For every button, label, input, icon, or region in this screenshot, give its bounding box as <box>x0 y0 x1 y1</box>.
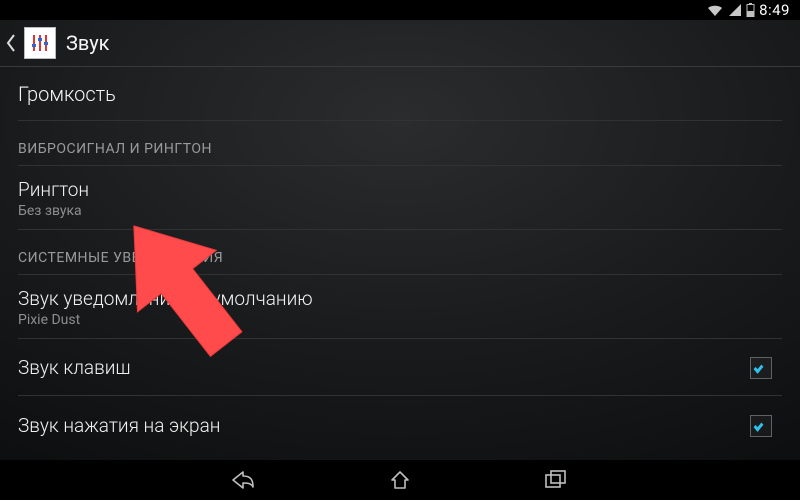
category-system: СИСТЕМНЫЕ УВЕДОМЛЕНИЯ <box>18 230 782 275</box>
touch-sounds-row[interactable]: Звук нажатия на экран <box>18 396 782 437</box>
battery-icon <box>746 3 755 17</box>
volume-label: Громкость <box>18 82 782 106</box>
wifi-icon <box>706 3 724 17</box>
page-title: Звук <box>66 31 109 55</box>
category-vibrate-ringtone: ВИБРОСИГНАЛ И РИНГТОН <box>18 121 782 166</box>
touch-sounds-label: Звук нажатия на экран <box>18 414 220 437</box>
app-equalizer-icon[interactable] <box>24 27 56 59</box>
ringtone-row[interactable]: Рингтон Без звука <box>18 166 782 230</box>
dialpad-sounds-label: Звук клавиш <box>18 356 131 379</box>
dialpad-sounds-row[interactable]: Звук клавиш <box>18 339 782 396</box>
category-system-label: СИСТЕМНЫЕ УВЕДОМЛЕНИЯ <box>18 250 782 266</box>
dialpad-sounds-checkbox[interactable] <box>750 357 772 379</box>
settings-list: Громкость ВИБРОСИГНАЛ И РИНГТОН Рингтон … <box>0 66 800 460</box>
default-notification-label: Звук уведомлений по умолчанию <box>18 287 782 310</box>
back-icon[interactable] <box>4 28 18 58</box>
touch-sounds-checkbox[interactable] <box>750 415 772 437</box>
nav-home-button[interactable] <box>382 462 418 498</box>
default-notification-row[interactable]: Звук уведомлений по умолчанию Pixie Dust <box>18 275 782 339</box>
ringtone-label: Рингтон <box>18 178 782 201</box>
ringtone-value: Без звука <box>18 203 782 219</box>
default-notification-value: Pixie Dust <box>18 312 782 328</box>
navigation-bar <box>0 460 800 500</box>
category-vibrate-label: ВИБРОСИГНАЛ И РИНГТОН <box>18 141 782 157</box>
nav-recents-button[interactable] <box>538 462 574 498</box>
status-bar: 8:49 <box>0 0 800 20</box>
nav-back-button[interactable] <box>226 462 262 498</box>
action-bar: Звук <box>0 20 800 67</box>
signal-icon <box>728 3 742 17</box>
status-clock: 8:49 <box>759 1 790 19</box>
volume-row[interactable]: Громкость <box>18 66 782 121</box>
